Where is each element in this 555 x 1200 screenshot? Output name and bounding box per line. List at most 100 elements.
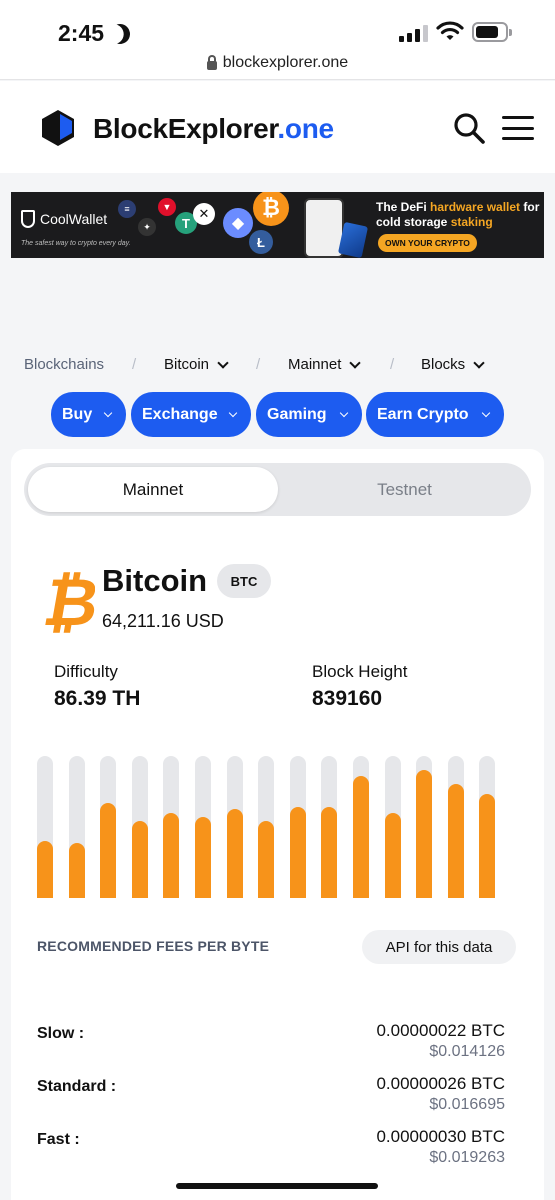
site-header: BlockExplorer.one: [0, 81, 555, 173]
search-icon[interactable]: [452, 111, 486, 145]
wifi-icon: [436, 21, 464, 40]
status-time: 2:45: [58, 20, 130, 47]
brand-main: BlockExplorer: [93, 113, 278, 144]
fee-name: Slow :: [37, 1025, 85, 1042]
breadcrumb-separator: /: [390, 356, 395, 373]
block-fill-level: [479, 794, 496, 898]
api-data-button[interactable]: API for this data: [362, 930, 516, 964]
block-fill-level: [195, 817, 211, 898]
block-fill-bar[interactable]: [226, 756, 243, 898]
tab-testnet[interactable]: Testnet: [282, 467, 527, 512]
blockexplorer-logo-icon[interactable]: [38, 108, 78, 148]
banner-brand: CoolWallet: [40, 211, 108, 227]
breadcrumb-blockchains[interactable]: Blockchains: [24, 356, 104, 373]
chevron-down-icon: [481, 408, 491, 418]
exchange-button[interactable]: Exchange: [131, 392, 251, 437]
breadcrumb-separator: /: [132, 356, 137, 373]
fee-btc: 0.00000022 BTC: [376, 1021, 505, 1040]
hamburger-menu-icon[interactable]: [502, 116, 534, 140]
earn-crypto-button[interactable]: Earn Crypto: [366, 392, 504, 437]
banner-cta-button[interactable]: OWN YOUR CRYPTO: [378, 234, 477, 252]
block-fill-level: [258, 821, 275, 898]
chevron-down-icon: [339, 408, 349, 418]
fee-row-fast: Fast : 0.00000030 BTC $0.019263: [37, 1127, 505, 1179]
banner-tagline: The safest way to crypto every day.: [21, 240, 131, 247]
block-fill-level: [226, 809, 243, 898]
block-fill-level: [321, 807, 338, 898]
breadcrumb-mainnet[interactable]: Mainnet: [288, 356, 362, 373]
chevron-down-icon: [473, 356, 485, 369]
block-fill-bar[interactable]: [37, 756, 53, 898]
home-indicator[interactable]: [176, 1183, 378, 1189]
block-fill-level: [289, 807, 306, 898]
block-fill-bar[interactable]: [384, 756, 401, 898]
fee-name: Standard :: [37, 1078, 117, 1095]
block-fill-bar[interactable]: [195, 756, 211, 898]
cellular-signal-icon: [399, 24, 428, 42]
block-fill-level: [100, 803, 117, 898]
block-fill-bar[interactable]: [68, 756, 85, 898]
block-fill-level: [68, 843, 85, 898]
gaming-button[interactable]: Gaming: [256, 392, 362, 437]
block-fill-level: [163, 813, 180, 898]
breadcrumb-separator: /: [256, 356, 261, 373]
bitcoin-icon: ₿: [253, 192, 289, 226]
breadcrumb: Blockchains / Bitcoin / Mainnet / Blocks: [24, 356, 534, 378]
coin-icon: ✦: [138, 218, 156, 236]
tab-mainnet[interactable]: Mainnet: [28, 467, 278, 512]
block-fill-bar[interactable]: [416, 756, 433, 898]
shield-icon: [21, 210, 35, 228]
block-height-label: Block Height: [312, 662, 408, 681]
breadcrumb-blocks[interactable]: Blocks: [421, 356, 485, 373]
svg-text:₿: ₿: [45, 567, 95, 633]
block-fill-bars: [37, 756, 497, 898]
block-fill-bar[interactable]: [100, 756, 117, 898]
block-fill-bar[interactable]: [321, 756, 338, 898]
fees-title: RECOMMENDED FEES PER BYTE: [37, 938, 270, 954]
chevron-down-icon: [103, 408, 113, 418]
block-fill-bar[interactable]: [289, 756, 306, 898]
fee-usd: $0.014126: [429, 1043, 505, 1060]
block-fill-level: [416, 770, 433, 898]
block-fill-bar[interactable]: [353, 756, 369, 898]
network-toggle: Mainnet Testnet: [24, 463, 531, 516]
clock-text: 2:45: [58, 20, 105, 46]
chevron-down-icon: [228, 408, 238, 418]
fee-btc: 0.00000030 BTC: [376, 1127, 505, 1146]
lock-icon: [206, 54, 217, 70]
block-fill-level: [37, 841, 53, 898]
fee-btc: 0.00000026 BTC: [376, 1074, 505, 1093]
block-fill-level: [384, 813, 401, 898]
fee-usd: $0.019263: [429, 1149, 505, 1166]
coin-icon: ≡: [118, 200, 136, 218]
buy-button[interactable]: Buy: [51, 392, 126, 437]
coolwallet-logo: CoolWallet: [21, 210, 107, 228]
chevron-down-icon: [349, 356, 362, 369]
coin-name: Bitcoin: [102, 563, 208, 598]
coin-symbol-badge: BTC: [217, 564, 271, 598]
block-fill-level: [447, 784, 464, 898]
brand-suffix: .one: [277, 113, 334, 144]
coin-overview-card: Mainnet Testnet ₿ Bitcoin BTC 64,211.16 …: [11, 449, 544, 1200]
block-fill-bar[interactable]: [479, 756, 496, 898]
status-bar: 2:45 blockexplorer.one: [0, 0, 555, 80]
breadcrumb-bitcoin[interactable]: Bitcoin: [164, 356, 229, 373]
fee-row-slow: Slow : 0.00000022 BTC $0.014126: [37, 1021, 505, 1073]
ad-banner[interactable]: CoolWallet The safest way to crypto ever…: [11, 192, 544, 258]
banner-headline: The DeFi hardware wallet for cold storag…: [376, 200, 540, 229]
fee-name: Fast :: [37, 1131, 80, 1148]
address-bar[interactable]: blockexplorer.one: [0, 54, 555, 72]
block-fill-bar[interactable]: [447, 756, 464, 898]
url-text: blockexplorer.one: [222, 54, 349, 71]
difficulty-value: 86.39 TH: [54, 687, 141, 710]
litecoin-icon: Ł: [249, 230, 273, 254]
block-fill-bar[interactable]: [131, 756, 148, 898]
brand-name[interactable]: BlockExplorer.one: [93, 113, 334, 145]
block-fill-bar[interactable]: [258, 756, 275, 898]
ethereum-icon: ◆: [223, 208, 253, 238]
block-height-value: 839160: [312, 687, 383, 710]
difficulty-label: Difficulty: [54, 662, 118, 681]
block-fill-bar[interactable]: [163, 756, 180, 898]
chevron-down-icon: [217, 356, 229, 369]
card-image: [337, 221, 369, 258]
